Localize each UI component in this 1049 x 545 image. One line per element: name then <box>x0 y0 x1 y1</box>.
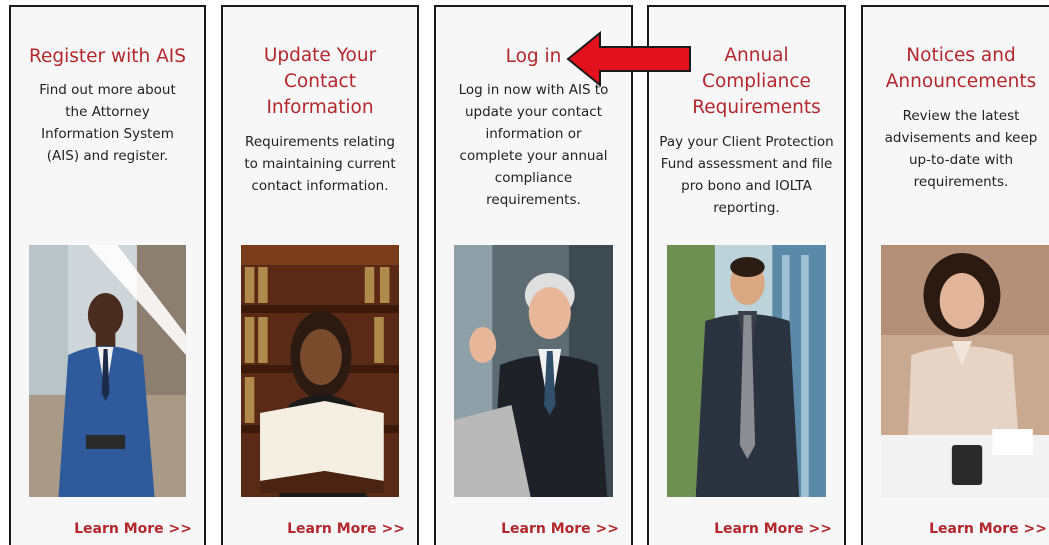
learn-more-link[interactable]: Learn More >> <box>74 521 192 537</box>
card-title[interactable]: Update Your Contact Information <box>257 43 383 121</box>
photo-attorney-tablet <box>29 245 186 497</box>
card-description: Pay your Client Protection Fund assessme… <box>659 134 834 216</box>
card-title[interactable]: Annual Compliance Requirements <box>689 43 824 121</box>
card-description: Find out more about the Attorney Informa… <box>39 82 176 164</box>
card-notices: Notices and Announcements Review the lat… <box>861 5 1049 545</box>
photo-attorney-desk <box>881 245 1049 497</box>
learn-more-link[interactable]: Learn More >> <box>501 521 619 537</box>
card-description: Log in now with AIS to update your conta… <box>458 82 609 208</box>
card-register: Register with AIS Find out more about th… <box>9 5 206 545</box>
photo-attorney-laptop <box>454 245 613 497</box>
card-description: Requirements relating to maintaining cur… <box>244 134 396 194</box>
learn-more-link[interactable]: Learn More >> <box>287 521 405 537</box>
card-title[interactable]: Notices and Announcements <box>877 43 1045 95</box>
pointer-arrow-icon <box>566 31 691 87</box>
photo-attorney-standing <box>667 245 826 497</box>
learn-more-link[interactable]: Learn More >> <box>714 521 832 537</box>
card-update-contact: Update Your Contact Information Requirem… <box>221 5 419 545</box>
card-title[interactable]: Register with AIS <box>11 44 204 70</box>
learn-more-link[interactable]: Learn More >> <box>929 521 1047 537</box>
photo-attorney-book <box>241 245 399 497</box>
card-description: Review the latest advisements and keep u… <box>884 108 1038 190</box>
